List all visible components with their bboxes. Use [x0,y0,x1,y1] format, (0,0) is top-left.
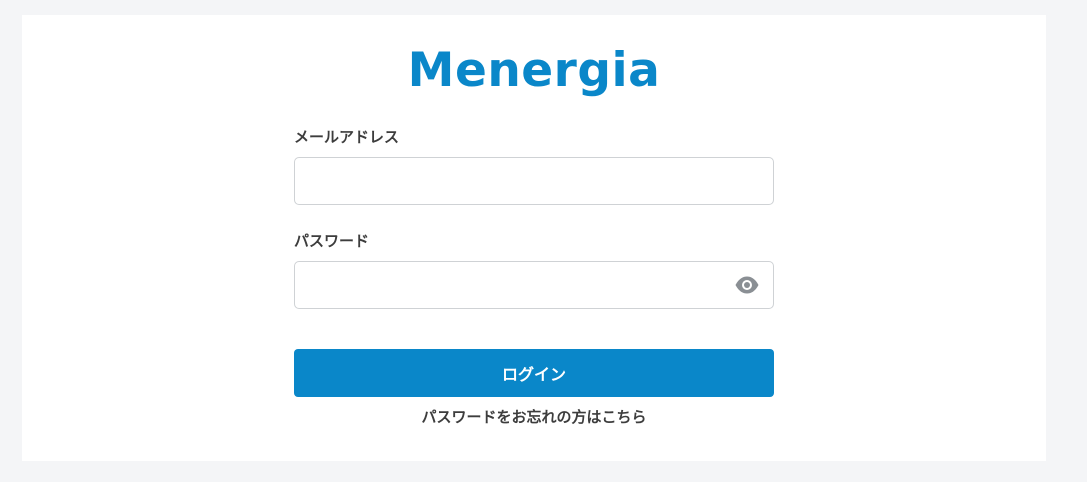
login-button[interactable]: ログイン [294,349,774,397]
forgot-password-link[interactable]: パスワードをお忘れの方はこちら [294,407,774,427]
email-field[interactable] [294,157,774,205]
email-label: メールアドレス [294,128,400,146]
password-label: パスワード [294,232,370,250]
login-card: Menergia メールアドレス パスワード ログイン パスワードをお忘れの方は… [22,15,1046,461]
password-field[interactable] [294,261,774,309]
eye-icon[interactable] [734,274,760,296]
password-field-wrapper [294,261,774,309]
menergia-logo: Menergia [407,43,661,98]
